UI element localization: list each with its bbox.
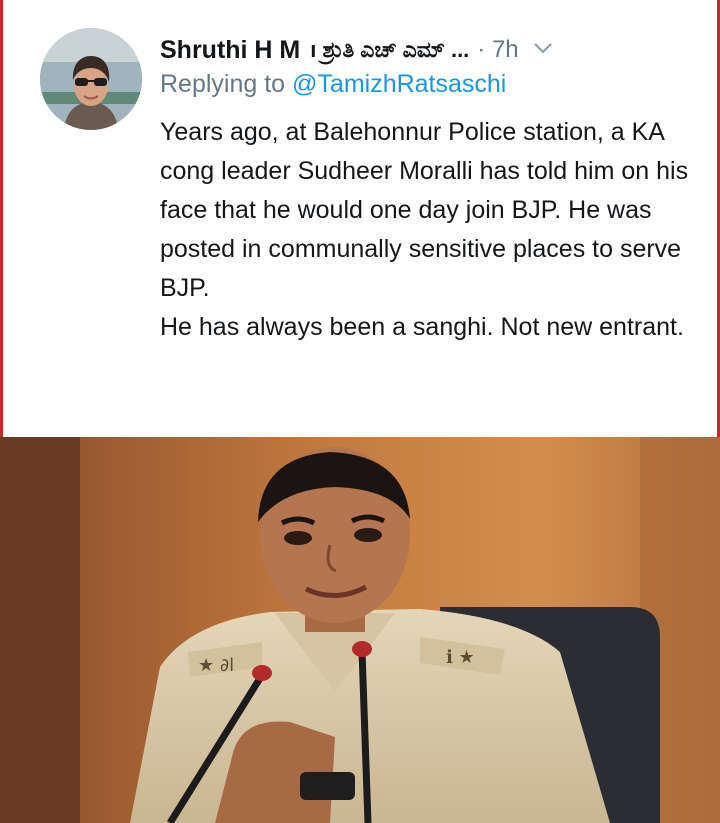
reply-handle-link[interactable]: @TamizhRatsaschi: [292, 70, 506, 98]
avatar[interactable]: [40, 28, 142, 130]
tweet-paragraph-2: He has always been a sanghi. Not new ent…: [160, 313, 684, 341]
reply-prefix: Replying to: [160, 70, 286, 98]
tweet-header: Shruthi H M ı ಶ್ರುತಿ ಎಚ್ ಎಮ್ ... · 7h: [160, 30, 710, 70]
tweet-paragraph-1: Years ago, at Balehonnur Police station,…: [160, 118, 689, 302]
author-name[interactable]: Shruthi H M: [160, 36, 300, 65]
author-name-kannada[interactable]: ı ಶ್ರುತಿ ಎಚ್ ಎಮ್ ...: [310, 37, 469, 63]
chevron-down-icon[interactable]: [533, 41, 553, 60]
timestamp[interactable]: · 7h: [477, 36, 518, 64]
svg-text:★ ∂l: ★ ∂l: [198, 655, 234, 676]
svg-text:ℹ ★: ℹ ★: [446, 647, 475, 668]
left-border: [0, 0, 3, 437]
photo-image: ★ ∂l ℹ ★: [0, 437, 720, 823]
reply-context: Replying to @TamizhRatsaschi: [160, 70, 506, 106]
avatar-photo: [40, 28, 142, 130]
tweet-card: Shruthi H M ı ಶ್ರುತಿ ಎಚ್ ಎಮ್ ... · 7h Re…: [0, 0, 720, 437]
tweet-text: Years ago, at Balehonnur Police station,…: [160, 113, 705, 347]
attached-photo[interactable]: ★ ∂l ℹ ★: [0, 437, 720, 823]
